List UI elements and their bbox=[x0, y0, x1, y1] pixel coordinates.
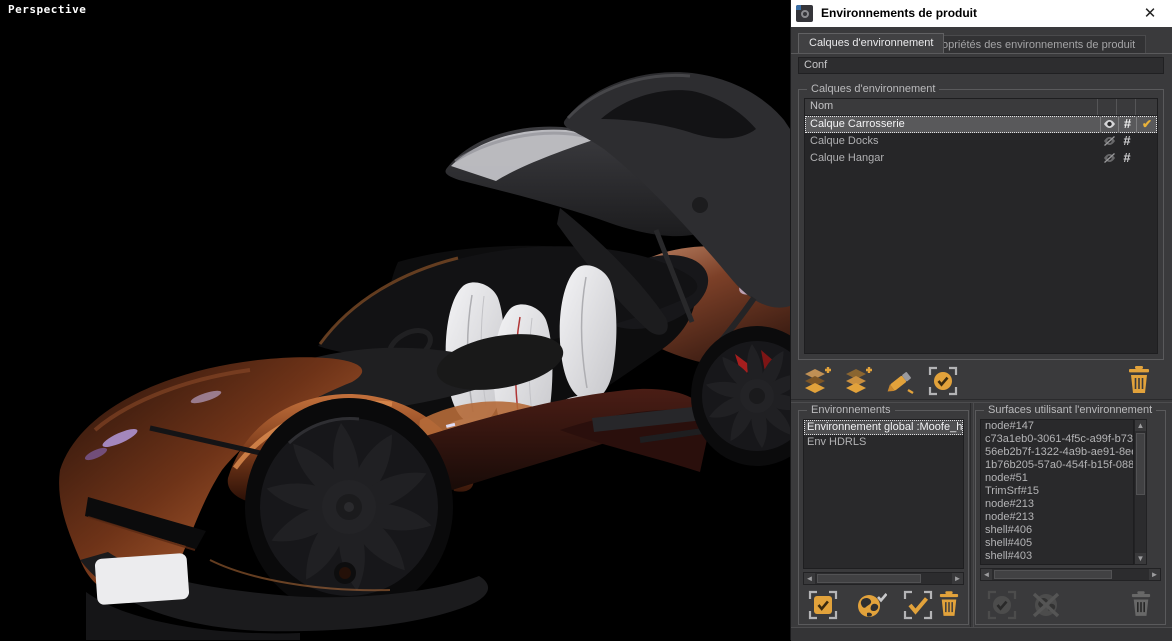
trash-icon bbox=[1131, 591, 1151, 617]
bracket-circle-check-icon bbox=[987, 590, 1017, 620]
active-check[interactable] bbox=[1136, 150, 1157, 167]
global-environment-button[interactable] bbox=[855, 590, 887, 623]
panel-titlebar: Environnements de produit ✕ bbox=[791, 0, 1172, 27]
environment-item[interactable]: Env HDRLS bbox=[804, 435, 963, 450]
bracket-check-icon bbox=[928, 366, 958, 396]
surface-item[interactable]: 56eb2b7f-1322-4a9b-ae91-8eeda494 bbox=[981, 446, 1133, 459]
surface-item[interactable]: node#213 bbox=[981, 498, 1133, 511]
tab-strip: Calques d'environnement Propriétés des e… bbox=[791, 33, 1172, 54]
pencil-icon bbox=[886, 366, 916, 396]
scroll-up-arrow[interactable]: ▲ bbox=[1135, 420, 1146, 431]
surfaces-list: node#147 c73a1eb0-3061-4f5c-a99f-b733c92… bbox=[980, 419, 1134, 565]
layers-groupbox: Calques d'environnement Nom Calque Carro… bbox=[798, 89, 1164, 360]
active-check[interactable] bbox=[1136, 133, 1157, 150]
surfaces-group-title: Surfaces utilisant l'environnement bbox=[984, 403, 1156, 417]
car-render bbox=[0, 0, 790, 640]
layer-row-docks[interactable]: Calque Docks # bbox=[805, 133, 1157, 150]
add-sublayer-icon bbox=[843, 366, 873, 396]
scroll-thumb[interactable] bbox=[817, 574, 921, 583]
tab-calques-environnement[interactable]: Calques d'environnement bbox=[798, 33, 944, 53]
surface-item[interactable]: shell#403 bbox=[981, 550, 1133, 563]
add-layer-button[interactable] bbox=[802, 366, 832, 399]
layer-row-hangar[interactable]: Calque Hangar # bbox=[805, 150, 1157, 167]
visibility-toggle[interactable] bbox=[1100, 133, 1118, 150]
assign-environment-button[interactable] bbox=[808, 590, 838, 623]
globe-check-icon bbox=[855, 590, 887, 620]
scroll-left-arrow[interactable]: ◄ bbox=[981, 569, 992, 580]
trash-icon bbox=[939, 591, 959, 617]
bracket-square-check-icon bbox=[808, 590, 838, 620]
car-front-wheel bbox=[245, 398, 453, 616]
surface-item[interactable]: shell#406 bbox=[981, 524, 1133, 537]
window-icon bbox=[796, 5, 813, 22]
delete-environment-button[interactable] bbox=[939, 591, 959, 620]
globe-cross-icon bbox=[1030, 590, 1062, 620]
assign-surface-button-disabled bbox=[987, 590, 1017, 623]
visibility-toggle[interactable] bbox=[1100, 116, 1118, 133]
surfaces-hscrollbar[interactable]: ◄ ► bbox=[980, 568, 1161, 581]
environment-item[interactable]: Environnement global :Moofe_hangar bbox=[804, 420, 963, 435]
surfaces-groupbox: Surfaces utilisant l'environnement node#… bbox=[975, 410, 1166, 625]
environments-hscrollbar[interactable]: ◄ ► bbox=[803, 572, 964, 585]
layers-toolbar bbox=[791, 362, 1172, 399]
surface-item[interactable]: node#213 bbox=[981, 511, 1133, 524]
scroll-right-arrow[interactable]: ► bbox=[1149, 569, 1160, 580]
hash-toggle[interactable]: # bbox=[1118, 133, 1136, 150]
column-header-visibility[interactable] bbox=[1098, 99, 1117, 115]
scroll-thumb[interactable] bbox=[994, 570, 1112, 579]
eye-off-icon bbox=[1103, 153, 1116, 163]
environments-list: Environnement global :Moofe_hangar Env H… bbox=[803, 419, 964, 569]
select-checked-layer-button[interactable] bbox=[928, 366, 958, 399]
surface-item[interactable]: TrimSrf#15 bbox=[981, 485, 1133, 498]
environments-group-title: Environnements bbox=[807, 403, 895, 417]
layers-group-title: Calques d'environnement bbox=[807, 82, 939, 96]
layers-table: Nom Calque Carrosserie # ✔ Calque Docks bbox=[804, 98, 1158, 354]
eye-off-icon bbox=[1103, 136, 1116, 146]
close-icon[interactable]: ✕ bbox=[1140, 4, 1160, 24]
surface-item[interactable]: shell#402 bbox=[981, 563, 1133, 565]
surfaces-toolbar bbox=[976, 587, 1165, 623]
hash-toggle[interactable]: # bbox=[1118, 150, 1136, 167]
conf-field[interactable]: Conf bbox=[798, 57, 1164, 74]
column-header-active[interactable] bbox=[1136, 99, 1157, 115]
surface-item[interactable]: c73a1eb0-3061-4f5c-a99f-b733c922 bbox=[981, 433, 1133, 446]
surface-item[interactable]: 1b76b205-57a0-454f-b15f-088169e0 bbox=[981, 459, 1133, 472]
environments-panel: Environnements de produit ✕ Calques d'en… bbox=[790, 0, 1172, 640]
layer-row-carrosserie[interactable]: Calque Carrosserie # ✔ bbox=[805, 116, 1157, 133]
visibility-toggle[interactable] bbox=[1100, 150, 1118, 167]
eye-icon bbox=[1103, 119, 1116, 129]
add-sublayer-button[interactable] bbox=[843, 366, 873, 399]
surface-item[interactable]: node#147 bbox=[981, 420, 1133, 433]
layers-table-header: Nom bbox=[805, 99, 1157, 116]
delete-layer-button[interactable] bbox=[1128, 366, 1150, 397]
hash-toggle[interactable]: # bbox=[1118, 116, 1136, 133]
viewport-title: Perspective bbox=[8, 3, 86, 16]
remove-assignment-button-disabled bbox=[1030, 590, 1062, 623]
scroll-left-arrow[interactable]: ◄ bbox=[804, 573, 815, 584]
surface-item[interactable]: node#51 bbox=[981, 472, 1133, 485]
surfaces-vscrollbar[interactable]: ▲ ▼ bbox=[1134, 419, 1147, 565]
edit-layer-button[interactable] bbox=[886, 366, 916, 399]
bracket-big-check-icon bbox=[903, 590, 933, 620]
scroll-down-arrow[interactable]: ▼ bbox=[1135, 553, 1146, 564]
delete-surface-button-disabled bbox=[1131, 591, 1151, 620]
viewport-3d[interactable]: Perspective bbox=[0, 0, 790, 640]
app-root: { "viewport": { "label": "Perspective" }… bbox=[0, 0, 1172, 640]
active-check[interactable]: ✔ bbox=[1136, 116, 1157, 133]
window-title: Environnements de produit bbox=[821, 6, 977, 20]
car-front-plate bbox=[95, 553, 190, 605]
add-layer-icon bbox=[802, 366, 832, 396]
panel-footer bbox=[791, 627, 1172, 641]
scroll-thumb[interactable] bbox=[1136, 433, 1145, 495]
column-header-nom[interactable]: Nom bbox=[805, 99, 1098, 115]
trash-icon bbox=[1128, 366, 1150, 394]
surface-item[interactable]: shell#405 bbox=[981, 537, 1133, 550]
validate-environment-button[interactable] bbox=[903, 590, 933, 623]
column-header-hash[interactable] bbox=[1117, 99, 1136, 115]
environments-toolbar bbox=[799, 587, 968, 623]
environments-groupbox: Environnements Environnement global :Moo… bbox=[798, 410, 969, 625]
scroll-right-arrow[interactable]: ► bbox=[952, 573, 963, 584]
tab-proprietes[interactable]: Propriétés des environnements de produit bbox=[920, 35, 1146, 53]
vertical-divider bbox=[970, 403, 974, 627]
